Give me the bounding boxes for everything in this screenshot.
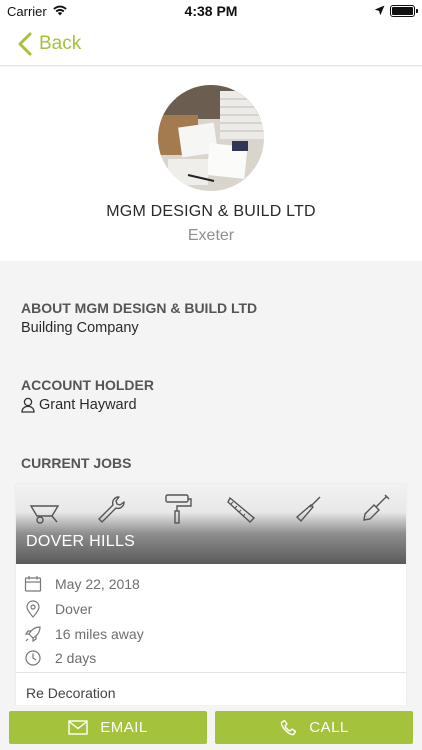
user-icon — [21, 397, 35, 413]
job-duration: 2 days — [55, 650, 97, 666]
company-avatar — [158, 85, 264, 191]
call-button[interactable]: CALL — [215, 711, 413, 744]
job-location-row: Dover — [24, 599, 92, 619]
location-arrow-icon — [374, 5, 385, 16]
map-pin-icon — [26, 600, 40, 618]
about-text: Building Company — [21, 320, 139, 336]
status-bar: Carrier 4:38 PM — [0, 0, 422, 22]
battery-icon — [390, 5, 418, 17]
email-button[interactable]: EMAIL — [9, 711, 207, 744]
account-holder-heading: ACCOUNT HOLDER — [21, 377, 154, 393]
job-distance-row: 16 miles away — [24, 624, 144, 644]
shovel-icon — [363, 494, 390, 521]
clock: 4:38 PM — [184, 3, 238, 19]
divider — [16, 672, 406, 673]
paint-roller-icon — [165, 494, 192, 524]
job-distance: 16 miles away — [55, 626, 144, 642]
wrench-icon — [98, 496, 125, 523]
company-name: MGM DESIGN & BUILD LTD — [106, 203, 316, 220]
call-label: CALL — [309, 719, 349, 736]
back-label: Back — [39, 33, 82, 54]
company-city: Exeter — [187, 227, 235, 244]
job-date-row: May 22, 2018 — [24, 574, 140, 594]
job-banner: DOVER HILLS — [16, 484, 406, 564]
wheelbarrow-icon — [29, 505, 60, 524]
about-heading: ABOUT MGM DESIGN & BUILD LTD — [21, 300, 258, 316]
calendar-icon — [24, 576, 42, 592]
job-description: Re Decoration — [26, 685, 116, 701]
job-card[interactable]: DOVER HILLS May 22, 2018 Dover 16 miles … — [16, 484, 406, 714]
chevron-left-icon — [18, 32, 32, 56]
job-title: DOVER HILLS — [26, 533, 136, 550]
current-jobs-heading: CURRENT JOBS — [21, 455, 132, 471]
email-label: EMAIL — [100, 719, 148, 736]
envelope-icon — [68, 720, 88, 735]
action-bar: EMAIL CALL — [0, 705, 422, 750]
clock-icon — [25, 650, 41, 666]
back-button[interactable]: Back — [17, 30, 81, 58]
rocket-icon — [24, 626, 41, 643]
screwdriver-icon — [295, 496, 321, 523]
saw-icon — [227, 496, 256, 523]
navigation-bar: Back — [0, 22, 422, 66]
job-date: May 22, 2018 — [55, 576, 140, 592]
phone-icon — [281, 719, 297, 735]
job-location: Dover — [55, 601, 93, 617]
profile-header: MGM DESIGN & BUILD LTD Exeter — [0, 67, 422, 261]
account-holder-name: Grant Hayward — [39, 397, 137, 413]
job-duration-row: 2 days — [24, 648, 96, 668]
account-holder: Grant Hayward — [21, 397, 137, 413]
